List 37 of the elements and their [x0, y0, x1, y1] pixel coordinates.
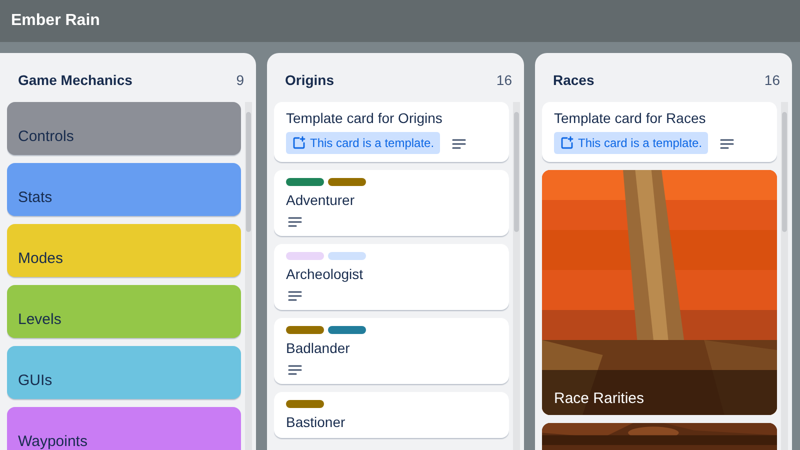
card-title: Adventurer — [286, 192, 356, 208]
card-title: Race Rarities — [554, 390, 644, 407]
list-title[interactable]: Races — [553, 72, 594, 88]
template-badge: This card is a template. — [554, 132, 708, 154]
card[interactable]: Adventurer — [274, 170, 509, 236]
board-title: Ember Rain — [11, 12, 100, 30]
template-card[interactable]: Template card for Origins This card is a template. — [274, 102, 509, 162]
label-tag[interactable] — [286, 326, 324, 334]
list-title[interactable]: Game Mechanics — [18, 72, 132, 88]
scroll-bar[interactable] — [513, 102, 520, 450]
scroll-bar[interactable] — [781, 102, 788, 450]
card-title: Bastioner — [286, 414, 346, 430]
card[interactable]: Levels — [7, 285, 241, 338]
card[interactable]: Controls — [7, 102, 241, 155]
template-card[interactable]: Template card for Races This card is a template. — [542, 102, 777, 162]
card[interactable]: Stats — [7, 163, 241, 216]
card-count: 16 — [764, 72, 780, 88]
template-badge: This card is a template. — [286, 132, 440, 154]
card-title: Template card for Origins — [286, 110, 444, 126]
list-title[interactable]: Origins — [285, 72, 334, 88]
card[interactable]: Badlander — [274, 318, 509, 384]
label-tag[interactable] — [286, 400, 324, 408]
card-title: Archeologist — [286, 266, 364, 282]
scroll-bar[interactable] — [245, 102, 252, 450]
label-tag[interactable] — [328, 326, 366, 334]
card-count: 16 — [496, 72, 512, 88]
card-count: 9 — [236, 72, 244, 88]
template-icon — [560, 136, 574, 150]
template-icon — [292, 136, 306, 150]
card-title: Badlander — [286, 340, 351, 356]
card[interactable]: Bastioner — [274, 392, 509, 438]
card[interactable]: GUIs — [7, 346, 241, 399]
label-tag[interactable] — [286, 178, 324, 186]
card[interactable]: Modes — [7, 224, 241, 277]
card-title: Template card for Races — [554, 110, 707, 126]
label-tag[interactable] — [328, 178, 366, 186]
card[interactable]: Waypoints — [7, 407, 241, 450]
